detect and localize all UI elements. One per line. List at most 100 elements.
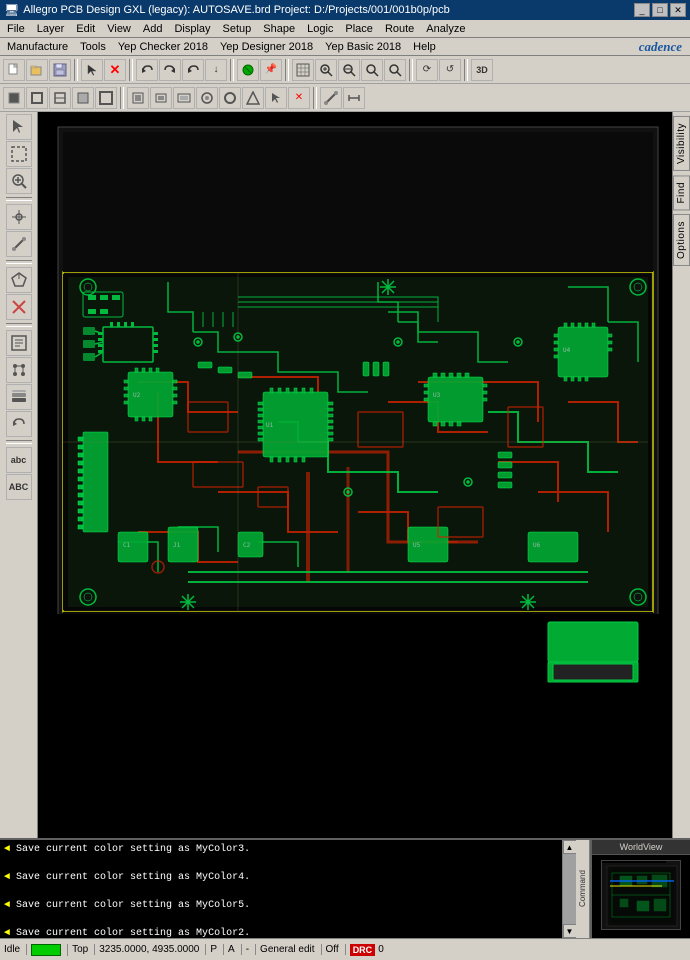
pcb-canvas-area[interactable]: U1 U2 U3 U4 J1 C1 C2 U5 U6 [38,112,672,838]
menu-edit[interactable]: Edit [71,22,100,36]
tb-pointer[interactable] [81,59,103,81]
tb-zoom-prev[interactable] [384,59,406,81]
tb-3d[interactable]: 3D [471,59,493,81]
sidebar-btn-netlist[interactable] [6,357,32,383]
tb2-border[interactable] [95,87,117,109]
svg-text:C2: C2 [243,542,251,549]
status-p-seg: P [210,944,224,955]
dash-text: - [246,944,249,955]
menu-yep-designer[interactable]: Yep Designer 2018 [215,40,318,54]
tb2-place[interactable] [242,87,264,109]
cadence-logo: cadence [639,39,688,55]
menu-shape[interactable]: Shape [258,22,300,36]
tb-undo2[interactable] [182,59,204,81]
tb2-pad[interactable] [150,87,172,109]
tb2-via[interactable] [127,87,149,109]
menu-file[interactable]: File [2,22,30,36]
tb2-measure[interactable] [343,87,365,109]
maximize-button[interactable]: □ [652,3,668,17]
tb2-circle[interactable] [219,87,241,109]
scroll-track[interactable] [563,854,577,924]
menu-tools[interactable]: Tools [75,40,111,54]
menu-yep-checker[interactable]: Yep Checker 2018 [113,40,213,54]
tb-pin[interactable]: 📌 [260,59,282,81]
layer-text: Top [72,944,88,955]
menu-analyze[interactable]: Analyze [421,22,470,36]
tb2-comp[interactable] [173,87,195,109]
window-title: Allegro PCB Design GXL (legacy): AUTOSAV… [23,4,450,16]
tb-new[interactable] [3,59,25,81]
menu-manufacture[interactable]: Manufacture [2,40,73,54]
cmd-arrow-1: ◄ [4,844,10,855]
tb-redo[interactable] [159,59,181,81]
tb2-route[interactable] [196,87,218,109]
menu-help[interactable]: Help [408,40,441,54]
tb-cut[interactable]: ✕ [104,59,126,81]
tb-zoom-out[interactable] [361,59,383,81]
scroll-down-button[interactable]: ▼ [563,924,577,938]
sidebar-btn-dehighlight[interactable] [6,294,32,320]
tb2-cross-red[interactable]: ✕ [288,87,310,109]
tb-refresh2[interactable]: ↺ [439,59,461,81]
sidebar-btn-measure[interactable] [6,231,32,257]
options-tab[interactable]: Options [673,214,690,266]
tb2-layer1[interactable] [49,87,71,109]
tb2-etch[interactable] [320,87,342,109]
sidebar-sep-2 [6,260,32,264]
tb-zoom-fit[interactable] [315,59,337,81]
toolbar2-sep-2 [313,87,317,109]
tb2-outline[interactable] [3,87,25,109]
tb-grid[interactable] [292,59,314,81]
tb-undo[interactable] [136,59,158,81]
sidebar-btn-rotation[interactable] [6,411,32,437]
sidebar-btn-layer[interactable] [6,384,32,410]
tb-zoom-in[interactable] [338,59,360,81]
svg-text:U6: U6 [533,542,541,549]
tb2-square-fill[interactable] [72,87,94,109]
cmd-text-3: Save current color setting as MyColor5. [16,900,250,911]
menu-display[interactable]: Display [169,22,215,36]
svg-text:U4: U4 [563,347,571,354]
status-layer-seg: Top [72,944,95,955]
tb-refresh1[interactable]: ⟳ [416,59,438,81]
menu-add[interactable]: Add [138,22,168,36]
menu-bar-1: File Layer Edit View Add Display Setup S… [0,20,690,38]
sidebar-btn-property[interactable] [6,330,32,356]
window-controls: _ □ ✕ [634,3,686,17]
menu-layer[interactable]: Layer [32,22,70,36]
worldview-canvas [601,860,681,930]
toolbar-sep-2 [129,59,133,81]
sidebar-btn-text-abc-lower[interactable]: abc [6,447,32,473]
menu-route[interactable]: Route [380,22,419,36]
sidebar-btn-zoom-area[interactable] [6,141,32,167]
menu-logic[interactable]: Logic [302,22,338,36]
command-scrollbar: ▲ ▼ [562,840,576,938]
sidebar-btn-snap[interactable] [6,204,32,230]
sidebar-btn-zoom-in[interactable] [6,168,32,194]
tb-ratsnest[interactable] [237,59,259,81]
find-tab[interactable]: Find [673,175,690,210]
menu-setup[interactable]: Setup [218,22,257,36]
command-output[interactable]: ◄ Save current color setting as MyColor3… [0,840,562,938]
tb-down[interactable]: ↓ [205,59,227,81]
tb-open[interactable] [26,59,48,81]
visibility-tab[interactable]: Visibility [673,116,690,171]
minimize-button[interactable]: _ [634,3,650,17]
tb2-cursor[interactable] [265,87,287,109]
tb2-outlineb[interactable] [26,87,48,109]
close-button[interactable]: ✕ [670,3,686,17]
toolbar-sep-3 [230,59,234,81]
sidebar-btn-text-abc-upper[interactable]: ABC [6,474,32,500]
cmd-text-4: Save current color setting as MyColor2. [16,928,250,938]
menu-yep-basic[interactable]: Yep Basic 2018 [320,40,406,54]
sidebar-btn-highlight[interactable] [6,267,32,293]
pcb-circuit-svg: U1 U2 U3 U4 J1 C1 C2 U5 U6 [38,112,672,838]
mode-text: General edit [260,944,314,955]
scroll-up-button[interactable]: ▲ [563,840,577,854]
tb-save[interactable] [49,59,71,81]
menu-view[interactable]: View [102,22,136,36]
status-green-indicator [31,944,61,956]
toolbar-sep-1 [74,59,78,81]
menu-place[interactable]: Place [340,22,378,36]
sidebar-btn-select[interactable] [6,114,32,140]
